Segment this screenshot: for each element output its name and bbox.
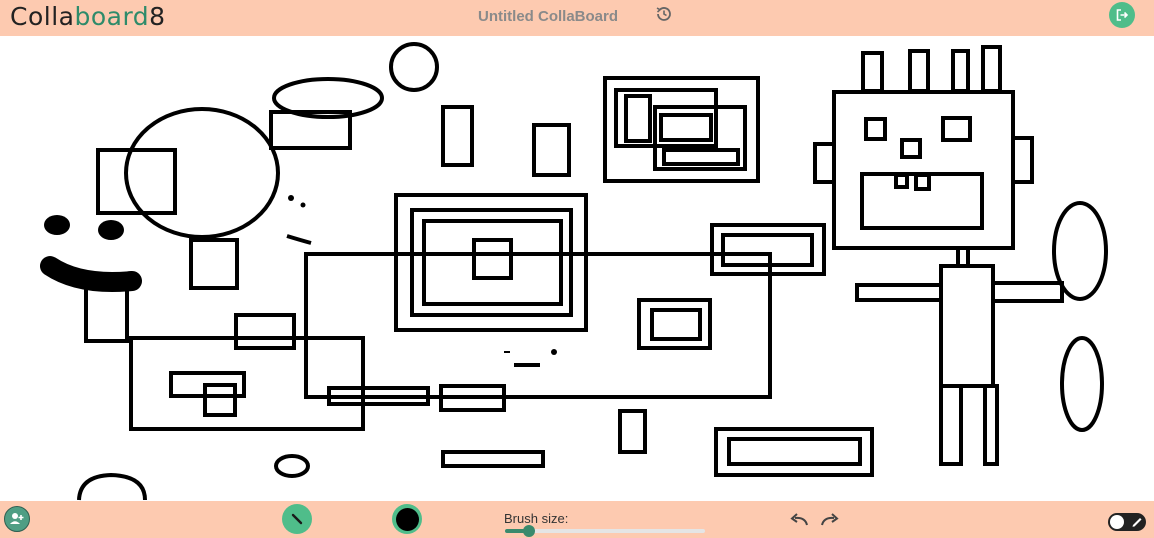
undo-icon	[790, 513, 808, 526]
rect-stroke	[721, 233, 814, 267]
brush-size-slider[interactable]	[505, 525, 705, 537]
ellipse-stroke	[1052, 201, 1108, 301]
rect-stroke	[864, 117, 887, 141]
redo-button[interactable]	[819, 512, 841, 528]
brush-color-swatch	[395, 507, 419, 531]
color-picker-button[interactable]	[392, 504, 422, 534]
rect-stroke	[422, 219, 563, 306]
logout-button[interactable]	[1109, 2, 1135, 28]
rect-stroke	[894, 173, 909, 189]
rect-stroke	[908, 49, 930, 93]
redo-icon	[821, 513, 839, 526]
history-icon[interactable]	[654, 4, 674, 24]
rect-stroke	[939, 384, 963, 466]
rect-stroke	[662, 148, 740, 166]
rect-stroke	[441, 105, 474, 167]
dot-mark	[551, 349, 557, 355]
rect-stroke	[813, 142, 836, 184]
rect-stroke	[951, 49, 970, 93]
rect-stroke	[129, 336, 365, 431]
dash-stroke	[286, 234, 312, 245]
rect-stroke	[472, 238, 513, 280]
dot-mark	[504, 351, 510, 353]
rect-stroke	[441, 450, 545, 468]
rect-stroke	[189, 238, 239, 290]
ellipse-stroke	[1060, 336, 1104, 432]
rect-stroke	[956, 246, 970, 268]
dot-mark	[300, 202, 306, 208]
circle-stroke	[389, 42, 439, 92]
rect-stroke	[727, 437, 862, 466]
rect-stroke	[410, 208, 573, 317]
add-user-button[interactable]	[4, 506, 30, 532]
rect-stroke	[650, 308, 702, 341]
dot-mark	[44, 215, 70, 235]
app-logo: Collaboard8	[10, 2, 166, 31]
rect-stroke	[900, 138, 922, 159]
rect-stroke	[981, 45, 1002, 93]
rect-stroke	[991, 281, 1064, 303]
add-user-icon	[10, 513, 24, 524]
brush-size-label: Brush size:	[504, 511, 569, 526]
rect-stroke	[941, 116, 972, 142]
rect-stroke	[983, 384, 999, 466]
smile-stroke	[40, 256, 142, 292]
rect-stroke	[532, 123, 571, 177]
drawing-canvas[interactable]	[0, 36, 1154, 501]
dot-mark	[98, 220, 124, 240]
undo-button[interactable]	[788, 512, 810, 528]
rect-stroke	[861, 51, 884, 93]
arc-stroke	[77, 472, 147, 501]
rect-stroke	[914, 173, 931, 191]
rect-stroke	[234, 313, 296, 350]
toggle-knob	[1110, 515, 1124, 529]
board-title[interactable]: Untitled CollaBoard	[478, 8, 618, 25]
rect-stroke	[714, 427, 874, 477]
slider-track	[505, 529, 705, 533]
rect-stroke	[203, 383, 237, 417]
mode-toggle[interactable]	[1108, 513, 1146, 531]
slider-thumb[interactable]	[523, 525, 535, 537]
rect-stroke	[855, 283, 943, 302]
rect-stroke	[618, 409, 647, 454]
rect-stroke	[860, 172, 984, 230]
brush-tool-button[interactable]	[282, 504, 312, 534]
pen-toggle-icon	[1132, 518, 1142, 527]
rect-stroke	[624, 94, 652, 143]
brush-icon	[291, 513, 303, 525]
ellipse-stroke	[274, 454, 310, 478]
ellipse-stroke	[124, 107, 280, 239]
rect-stroke	[939, 264, 995, 388]
rect-stroke	[84, 282, 129, 343]
logout-icon	[1116, 9, 1129, 21]
top-bar: Collaboard8 Untitled CollaBoard	[0, 0, 1154, 36]
rect-stroke	[659, 113, 713, 142]
rect-stroke	[1011, 136, 1034, 184]
rect-stroke	[614, 88, 718, 148]
dot-mark	[288, 195, 294, 201]
